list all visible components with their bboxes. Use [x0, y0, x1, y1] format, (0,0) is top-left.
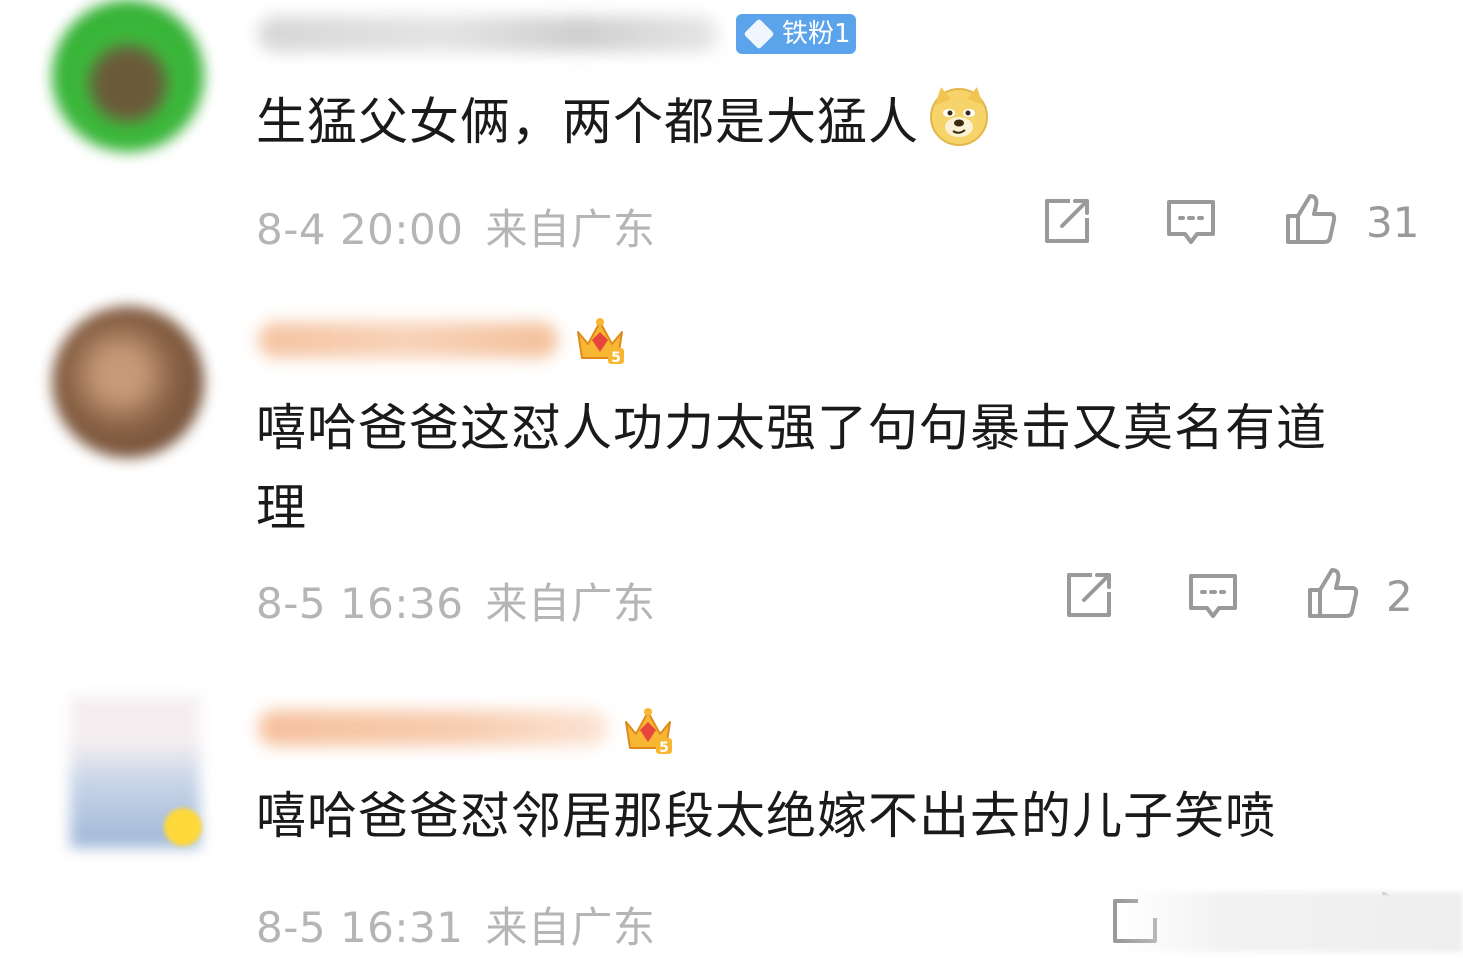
bottom-overlay [1120, 892, 1463, 952]
vip-crown-icon: 5 [625, 708, 672, 756]
comment-location: 来自广东 [485, 903, 656, 952]
comment-meta: 8-5 16:31 来自广东 [256, 894, 656, 955]
username-blurred[interactable] [258, 710, 608, 746]
svg-text:5: 5 [659, 740, 669, 756]
avatar-badge [164, 808, 202, 846]
comment-date: 8-5 16:31 [256, 903, 464, 952]
comment-item-3: 5 嘻哈爸爸怼邻居那段太绝嫁不出去的儿子笑喷 8-5 16:31 来自广东 [0, 0, 1463, 960]
comment-text: 嘻哈爸爸怼邻居那段太绝嫁不出去的儿子笑喷 [256, 787, 1276, 845]
